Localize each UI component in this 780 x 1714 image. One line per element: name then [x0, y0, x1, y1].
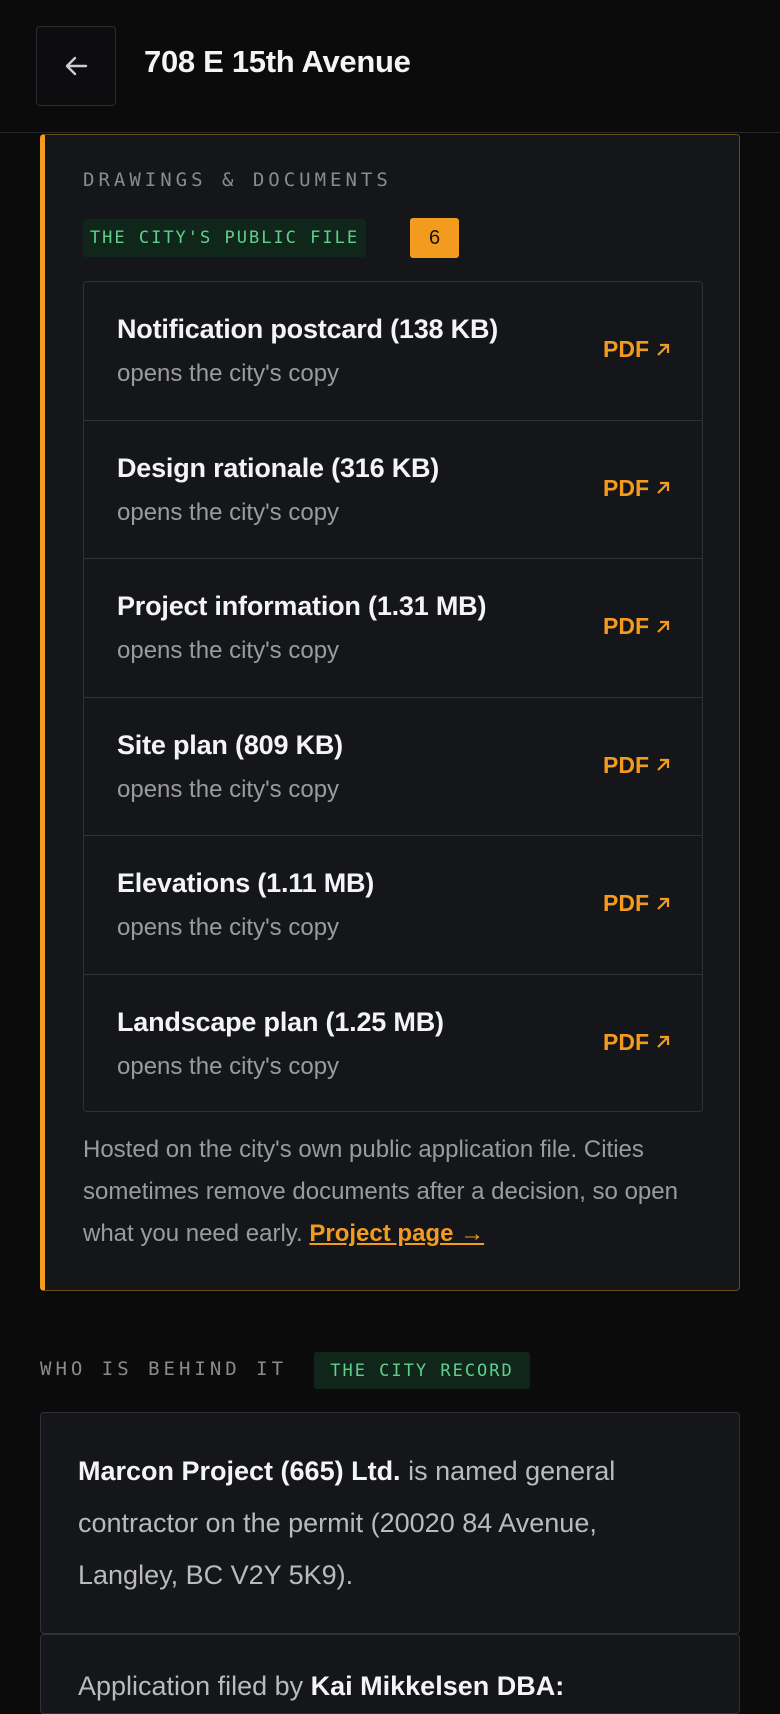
document-row[interactable]: Project information (1.31 MB) opens the … [84, 559, 702, 698]
pdf-link[interactable]: PDF [603, 890, 671, 917]
document-count-badge: 6 [410, 218, 459, 258]
pdf-link-label: PDF [603, 336, 649, 362]
external-arrow-icon [657, 1035, 670, 1048]
arrow-left-icon [65, 56, 88, 76]
document-row[interactable]: Landscape plan (1.25 MB) opens the city'… [84, 975, 702, 1112]
applicant-statement: Application filed by Kai Mikkelsen DBA: [78, 1671, 564, 1702]
hosting-note: Hosted on the city's own public applicat… [83, 1129, 683, 1255]
document-subtitle: opens the city's copy [117, 637, 340, 664]
document-title: Design rationale (316 KB) [117, 452, 440, 483]
documents-section-label: DRAWINGS & DOCUMENTS [83, 169, 392, 191]
contractor-card: Marcon Project (665) Ltd. is named gener… [40, 1412, 740, 1634]
documents-card: DRAWINGS & DOCUMENTS THE CITY'S PUBLIC F… [40, 134, 740, 1291]
app-header: 708 E 15th Avenue [0, 0, 780, 133]
document-subtitle: opens the city's copy [117, 1052, 340, 1080]
document-subtitle: opens the city's copy [117, 360, 340, 387]
pdf-link[interactable]: PDF [603, 613, 671, 640]
external-arrow-icon [657, 343, 670, 356]
applicant-prefix: Application filed by [78, 1671, 311, 1701]
back-button[interactable] [36, 26, 116, 106]
pdf-link-label: PDF [603, 751, 649, 778]
pdf-link-label: PDF [603, 474, 649, 501]
document-list: Notification postcard (138 KB) opens the… [83, 281, 703, 1112]
external-arrow-icon [657, 758, 670, 771]
who-section-label: WHO IS BEHIND IT [40, 1358, 288, 1380]
pdf-link[interactable]: PDF [603, 336, 671, 363]
project-page-link[interactable]: Project page → [309, 1220, 484, 1247]
document-subtitle: opens the city's copy [117, 914, 340, 941]
document-row[interactable]: Notification postcard (138 KB) opens the… [84, 282, 702, 421]
document-title: Site plan (809 KB) [117, 729, 343, 760]
external-arrow-icon [657, 620, 670, 633]
pdf-link-label: PDF [603, 890, 649, 916]
external-arrow-icon [657, 481, 670, 494]
document-row[interactable]: Design rationale (316 KB) opens the city… [84, 421, 702, 559]
pdf-link[interactable]: PDF [603, 475, 671, 502]
public-file-tag: THE CITY'S PUBLIC FILE [83, 219, 366, 257]
contractor-name: Marcon Project (665) Ltd. [78, 1456, 401, 1486]
document-title: Project information (1.31 MB) [117, 591, 487, 621]
document-title: Notification postcard (138 KB) [117, 314, 499, 344]
pdf-link-label: PDF [603, 1028, 649, 1055]
pdf-link[interactable]: PDF [603, 1029, 671, 1056]
pdf-link-label: PDF [603, 613, 649, 639]
document-subtitle: opens the city's copy [117, 498, 340, 526]
applicant-card: Application filed by Kai Mikkelsen DBA: [40, 1634, 740, 1714]
applicant-name: Kai Mikkelsen DBA: [310, 1671, 565, 1701]
document-row[interactable]: Elevations (1.11 MB) opens the city's co… [84, 836, 702, 975]
document-subtitle: opens the city's copy [117, 775, 340, 803]
document-title: Elevations (1.11 MB) [117, 868, 375, 898]
page-title: 708 E 15th Avenue [144, 44, 411, 79]
contractor-statement: Marcon Project (665) Ltd. is named gener… [78, 1445, 698, 1601]
external-arrow-icon [657, 897, 670, 910]
city-record-tag: THE CITY RECORD [314, 1352, 530, 1389]
document-title: Landscape plan (1.25 MB) [117, 1006, 444, 1037]
document-row[interactable]: Site plan (809 KB) opens the city's copy… [84, 698, 702, 836]
pdf-link[interactable]: PDF [603, 752, 671, 779]
